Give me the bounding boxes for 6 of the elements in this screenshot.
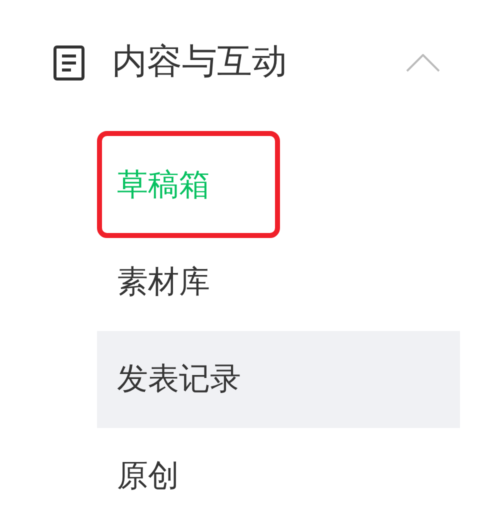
document-icon — [52, 44, 86, 82]
menu-item[interactable]: 发表记录 — [97, 331, 460, 428]
chevron-icon[interactable] — [406, 54, 440, 72]
menu-item[interactable]: 素材库 — [97, 234, 460, 331]
menu-item[interactable]: 原创 — [97, 428, 460, 514]
section-title[interactable]: 内容与互动 — [112, 36, 287, 89]
